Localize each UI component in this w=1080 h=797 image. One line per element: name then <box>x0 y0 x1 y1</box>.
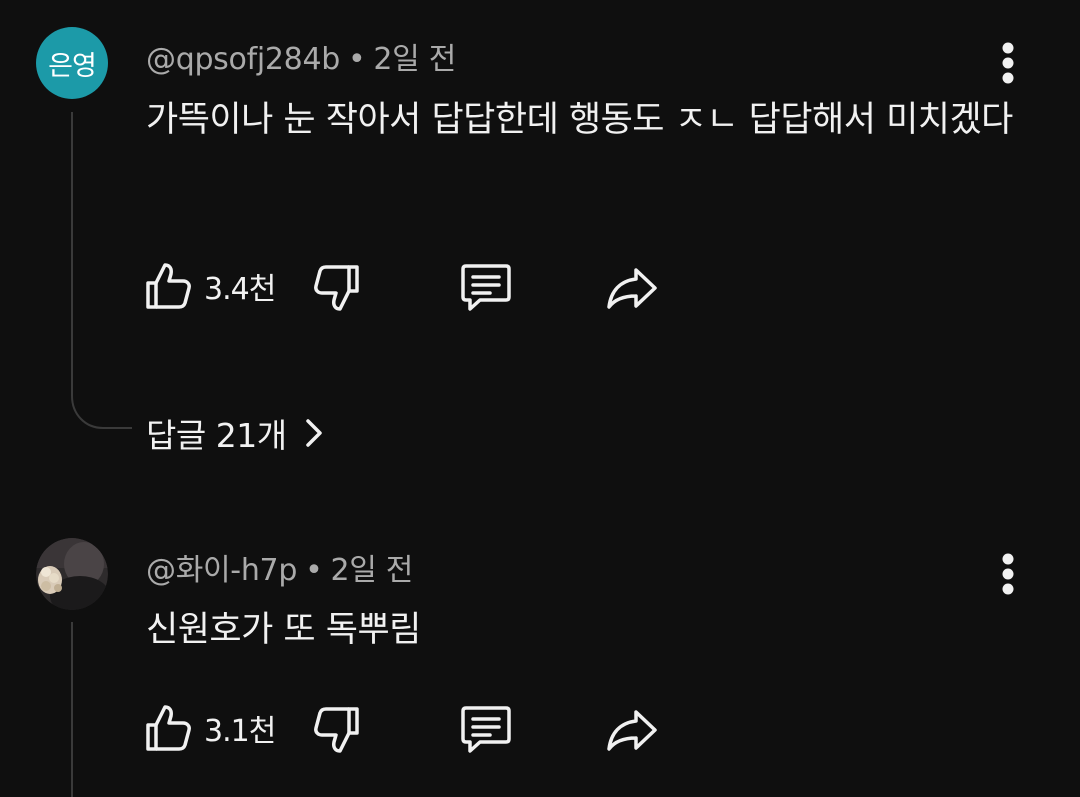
like-count: 3.4천 <box>204 272 276 307</box>
thread-line <box>71 622 73 797</box>
reply-button[interactable] <box>460 262 512 312</box>
meta-separator: • <box>347 42 366 77</box>
more-options-button[interactable] <box>988 38 1028 88</box>
chevron-right-icon <box>305 419 322 447</box>
avatar[interactable] <box>36 538 108 610</box>
thread-curve <box>71 376 132 429</box>
like-button[interactable]: 3.1천 <box>144 703 276 753</box>
author-handle[interactable]: @화이-h7p <box>146 553 297 588</box>
thread-line <box>71 112 73 377</box>
avatar[interactable]: 은영 <box>36 27 108 99</box>
comment-meta: @화이-h7p • 2일 전 <box>146 545 413 589</box>
share-button[interactable] <box>606 266 658 310</box>
more-options-button[interactable] <box>988 549 1028 599</box>
comment-meta: @qpsofj284b • 2일 전 <box>146 34 456 78</box>
thumbs-up-icon <box>146 705 191 751</box>
share-icon <box>607 710 657 751</box>
reply-button[interactable] <box>460 704 512 754</box>
dislike-button[interactable] <box>313 263 361 313</box>
comment-time: 2일 전 <box>330 553 414 588</box>
more-vert-icon <box>1002 553 1014 595</box>
share-button[interactable] <box>606 708 658 752</box>
comment-text: 가뜩이나 눈 작아서 답답한데 행동도 ㅈㄴ 답답해서 미치겠다 <box>146 100 1013 140</box>
thumbs-down-icon <box>314 265 359 311</box>
like-button[interactable]: 3.4천 <box>144 261 276 311</box>
share-icon <box>607 268 657 309</box>
avatar-photo <box>36 538 108 610</box>
thumbs-up-icon <box>146 263 191 309</box>
like-count: 3.1천 <box>204 714 276 749</box>
comment-icon <box>461 706 511 753</box>
author-handle[interactable]: @qpsofj284b <box>146 42 340 77</box>
meta-separator: • <box>305 553 323 588</box>
dislike-button[interactable] <box>313 705 361 755</box>
more-vert-icon <box>1002 42 1014 84</box>
view-replies-button[interactable]: 답글 21개 <box>146 405 323 461</box>
replies-label: 답글 21개 <box>146 416 287 455</box>
thumbs-down-icon <box>314 707 359 753</box>
comment-text: 신원호가 또 독뿌림 <box>146 610 421 650</box>
comment-icon <box>461 264 511 311</box>
comment-time: 2일 전 <box>373 42 457 77</box>
